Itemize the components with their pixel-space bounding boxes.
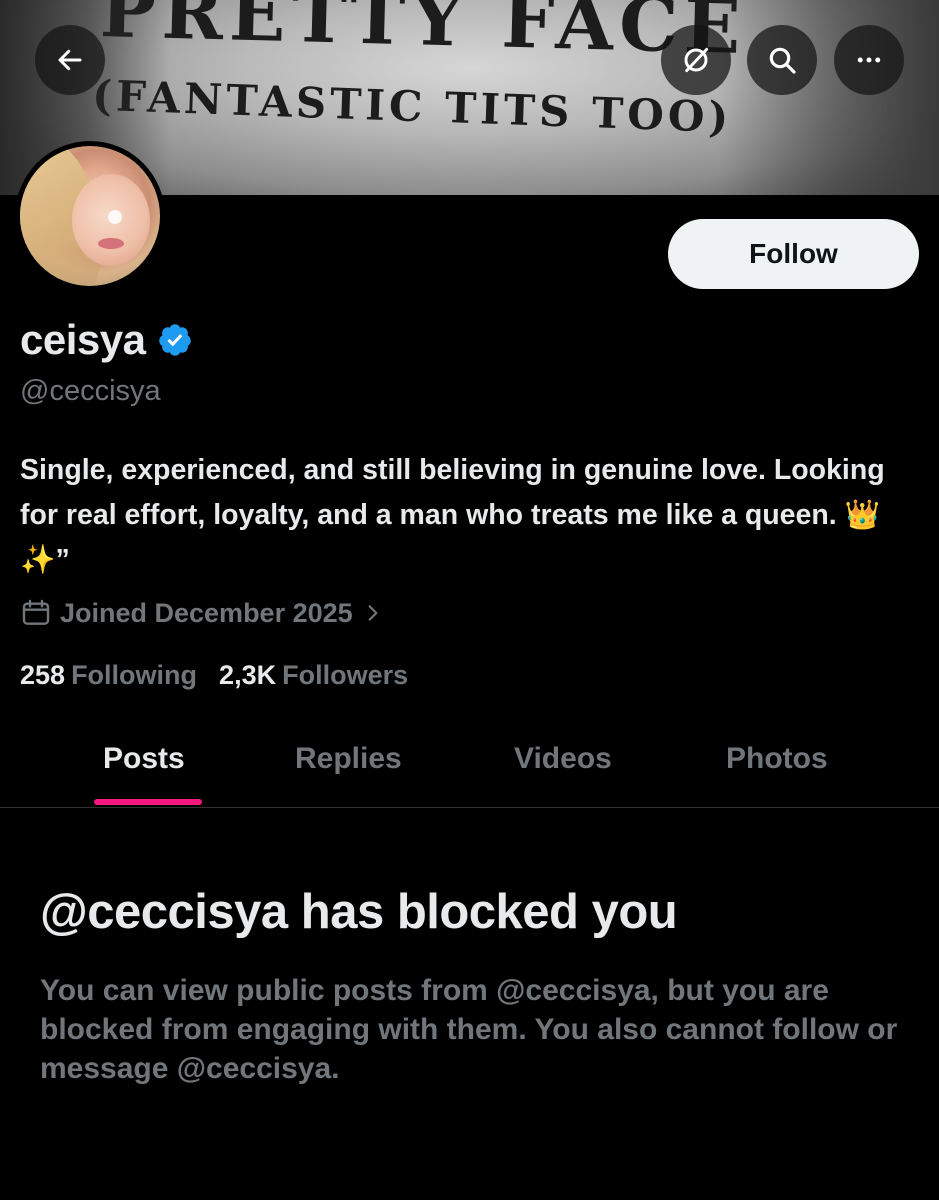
follow-button[interactable]: Follow <box>668 219 919 289</box>
tab-videos[interactable]: Videos <box>514 742 612 776</box>
handle: @ceccisya <box>20 375 161 407</box>
tab-posts[interactable]: Posts <box>103 742 185 776</box>
more-options-button[interactable] <box>834 25 904 95</box>
joined-date: Joined December 2025 <box>60 597 353 628</box>
search-button[interactable] <box>747 25 817 95</box>
calendar-icon <box>22 599 50 625</box>
display-name: ceisya <box>20 316 146 363</box>
chevron-right-icon <box>368 605 378 621</box>
follow-stats: 258 Following 2,3K Followers <box>20 660 430 691</box>
profile-tabs: Posts Replies Videos Photos <box>0 720 939 808</box>
search-icon <box>769 47 796 74</box>
back-arrow-icon <box>58 49 82 71</box>
tab-photos[interactable]: Photos <box>726 742 828 776</box>
back-button[interactable] <box>35 25 105 95</box>
verified-badge-icon[interactable] <box>157 322 193 358</box>
tab-replies[interactable]: Replies <box>295 742 402 776</box>
avatar-image <box>20 146 160 286</box>
more-icon <box>857 57 881 63</box>
banner-shade-right <box>719 0 939 195</box>
following-stat[interactable]: 258 Following <box>20 660 197 691</box>
grok-button[interactable] <box>661 25 731 95</box>
followers-count: 2,3K <box>219 660 277 690</box>
followers-stat[interactable]: 2,3K Followers <box>219 660 408 691</box>
name-row: ceisya <box>20 316 193 364</box>
following-label: Following <box>71 660 198 690</box>
grok-icon <box>684 47 709 73</box>
bio: Single, experienced, and still believing… <box>20 454 885 576</box>
active-tab-indicator <box>94 799 202 805</box>
following-count: 258 <box>20 660 66 690</box>
followers-label: Followers <box>282 660 409 690</box>
blocked-message: You can view public posts from @ceccisya… <box>40 974 898 1085</box>
joined-date-row[interactable]: Joined December 2025 <box>20 597 383 629</box>
avatar[interactable] <box>15 141 165 291</box>
blocked-title: @ceccisya has blocked you <box>40 885 678 939</box>
